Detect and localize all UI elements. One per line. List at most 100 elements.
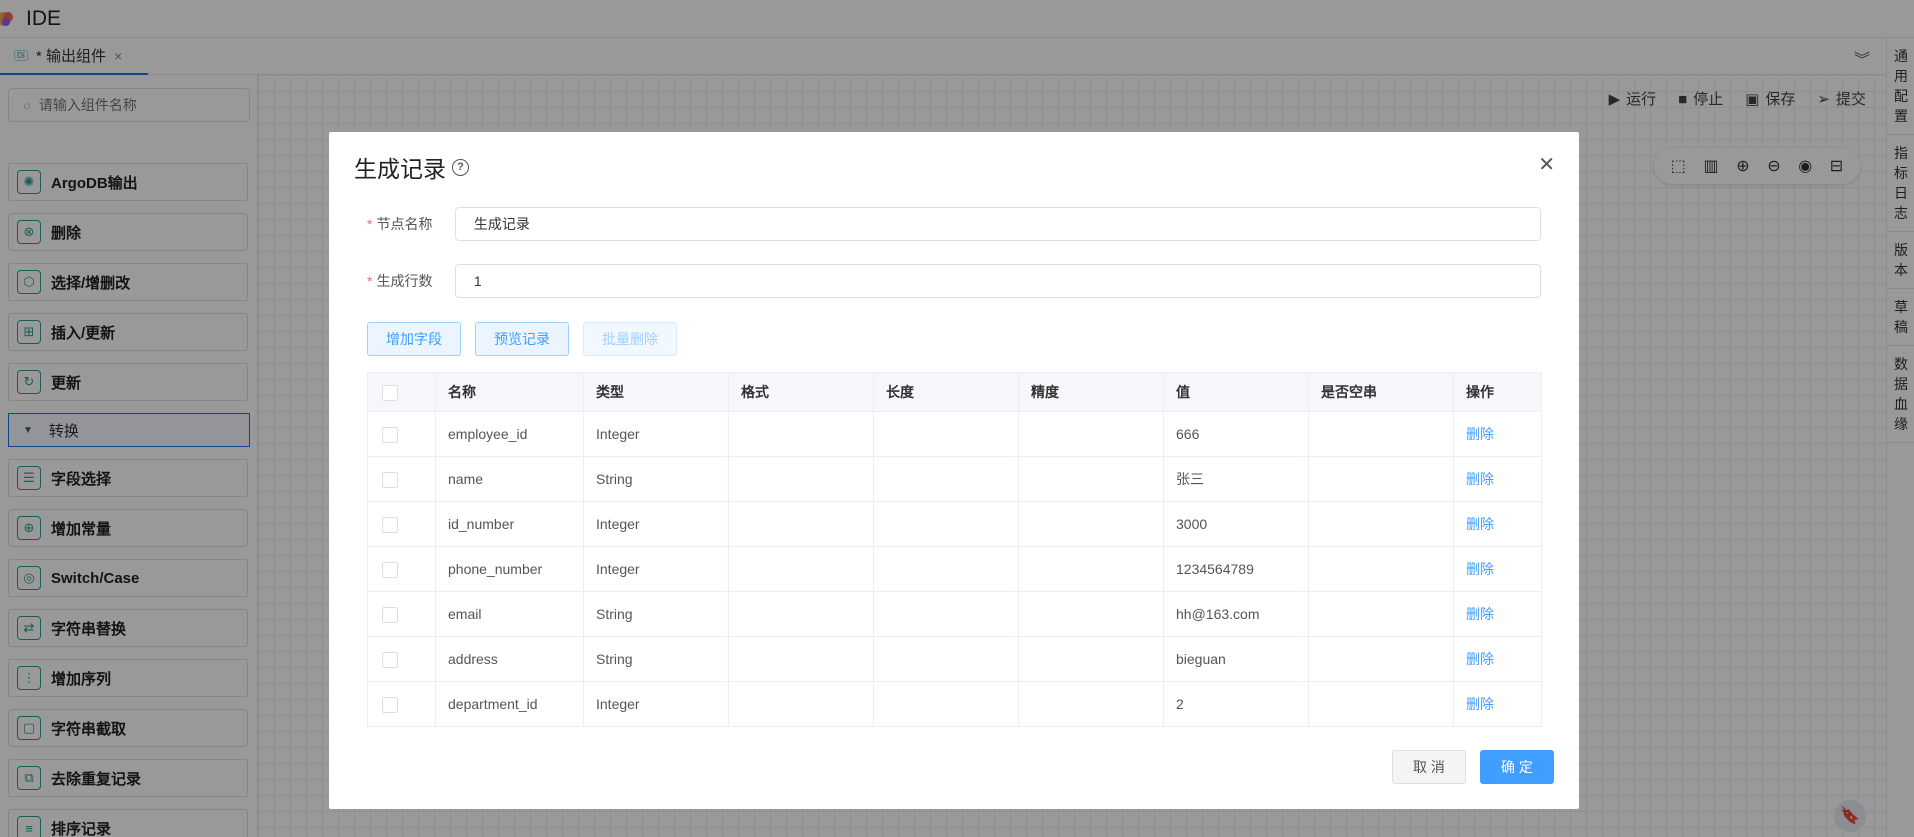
table-row: department_id Integer 2 删除 — [367, 681, 1542, 727]
cell-action: 删除 — [1453, 591, 1542, 637]
cell-empty — [1308, 636, 1454, 682]
cell-precision — [1018, 546, 1164, 592]
node-name-label: * 节点名称 — [367, 216, 433, 232]
cell-type: Integer — [583, 681, 729, 727]
row-checkbox[interactable] — [382, 696, 398, 713]
cell-type: String — [583, 456, 729, 502]
cell-name: department_id — [435, 681, 584, 727]
column-header: 类型 — [583, 372, 729, 412]
table-row: id_number Integer 3000 删除 — [367, 501, 1542, 547]
row-checkbox[interactable] — [382, 606, 398, 623]
cell-name: id_number — [435, 501, 584, 547]
cell-type: Integer — [583, 546, 729, 592]
cell-empty — [1308, 546, 1454, 592]
delete-row-link[interactable]: 删除 — [1466, 696, 1494, 712]
cell-action: 删除 — [1453, 681, 1542, 727]
cell-value: 666 — [1163, 411, 1309, 457]
cell-action: 删除 — [1453, 456, 1542, 502]
fields-table: 名称 类型 格式 长度 精度值是否空串 操作 employee_id Integer 666 删… — [367, 372, 1542, 727]
delete-row-link[interactable]: 删除 — [1466, 426, 1494, 442]
row-checkbox[interactable] — [382, 426, 398, 443]
preview-records-button[interactable]: 预览记录 — [475, 322, 569, 356]
node-name-row: * 节点名称 — [367, 207, 1541, 241]
column-header: 是否空串 — [1308, 372, 1454, 412]
cell-format — [728, 636, 874, 682]
cancel-button[interactable]: 取 消 — [1392, 750, 1466, 784]
cell-precision — [1018, 501, 1164, 547]
help-icon[interactable]: ? — [452, 158, 469, 176]
cell-value: 2 — [1163, 681, 1309, 727]
cell-value: bieguan — [1163, 636, 1309, 682]
row-checkbox[interactable] — [382, 561, 398, 578]
cell-value: 1234564789 — [1163, 546, 1309, 592]
batch-delete-button[interactable]: 批量删除 — [583, 322, 677, 356]
cell-precision — [1018, 411, 1164, 457]
node-name-input[interactable] — [454, 207, 1541, 241]
delete-row-link[interactable]: 删除 — [1466, 606, 1494, 622]
table-row: name String 张三 删除 — [367, 456, 1542, 502]
cell-format — [728, 501, 874, 547]
column-header: 名称 — [435, 372, 584, 412]
row-count-label: * 生成行数 — [367, 273, 433, 289]
row-count-input[interactable] — [454, 264, 1541, 298]
table-row: employee_id Integer 666 删除 — [367, 411, 1542, 457]
cell-format — [728, 681, 874, 727]
delete-row-link[interactable]: 删除 — [1466, 516, 1494, 532]
row-checkbox-cell — [367, 456, 436, 502]
cell-format — [728, 591, 874, 637]
close-icon[interactable]: ✕ — [1538, 152, 1555, 177]
cell-length — [873, 636, 1019, 682]
select-all-checkbox[interactable] — [382, 384, 398, 401]
row-checkbox-cell — [367, 636, 436, 682]
cell-format — [728, 456, 874, 502]
delete-row-link[interactable]: 删除 — [1466, 651, 1494, 667]
cell-empty — [1308, 681, 1454, 727]
cell-length — [873, 681, 1019, 727]
row-count-row: * 生成行数 — [367, 264, 1541, 298]
cell-format — [728, 411, 874, 457]
cell-length — [873, 456, 1019, 502]
row-checkbox-cell — [367, 546, 436, 592]
row-checkbox[interactable] — [382, 516, 398, 533]
cell-precision — [1018, 591, 1164, 637]
dialog-footer: 取 消 确 定 — [1392, 750, 1554, 784]
row-checkbox-cell — [367, 681, 436, 727]
cell-type: String — [583, 591, 729, 637]
cell-type: String — [583, 636, 729, 682]
cell-name: address — [435, 636, 584, 682]
cell-type: Integer — [583, 411, 729, 457]
table-actions: 增加字段 预览记录 批量删除 — [367, 322, 677, 356]
row-checkbox-cell — [367, 501, 436, 547]
column-header: 精度 — [1018, 372, 1164, 412]
cell-name: name — [435, 456, 584, 502]
cell-name: phone_number — [435, 546, 584, 592]
column-header: 格式 — [728, 372, 874, 412]
cell-precision — [1018, 681, 1164, 727]
cell-length — [873, 411, 1019, 457]
cell-value: 张三 — [1163, 456, 1309, 502]
delete-row-link[interactable]: 删除 — [1466, 561, 1494, 577]
cell-action: 删除 — [1453, 546, 1542, 592]
cell-empty — [1308, 591, 1454, 637]
column-header: 长度 — [873, 372, 1019, 412]
delete-row-link[interactable]: 删除 — [1466, 471, 1494, 487]
cell-precision — [1018, 636, 1164, 682]
row-checkbox-cell — [367, 411, 436, 457]
confirm-button[interactable]: 确 定 — [1480, 750, 1554, 784]
cell-precision — [1018, 456, 1164, 502]
cell-length — [873, 501, 1019, 547]
cell-length — [873, 591, 1019, 637]
generate-records-dialog: 生成记录 ? ✕ *节点名称 *生成行数 增加字段 预览记录 批量删除 名称类型… — [329, 132, 1579, 809]
cell-empty — [1308, 456, 1454, 502]
table-row: email String hh@163.com 删除 — [367, 591, 1542, 637]
cell-empty — [1308, 501, 1454, 547]
row-checkbox[interactable] — [382, 651, 398, 668]
cell-type: Integer — [583, 501, 729, 547]
cell-value: 3000 — [1163, 501, 1309, 547]
cell-name: email — [435, 591, 584, 637]
add-field-button[interactable]: 增加字段 — [367, 322, 461, 356]
table-row: phone_number Integer 1234564789 删除 — [367, 546, 1542, 592]
row-checkbox[interactable] — [382, 471, 398, 488]
cell-value: hh@163.com — [1163, 591, 1309, 637]
column-header: 操作 — [1453, 372, 1542, 412]
